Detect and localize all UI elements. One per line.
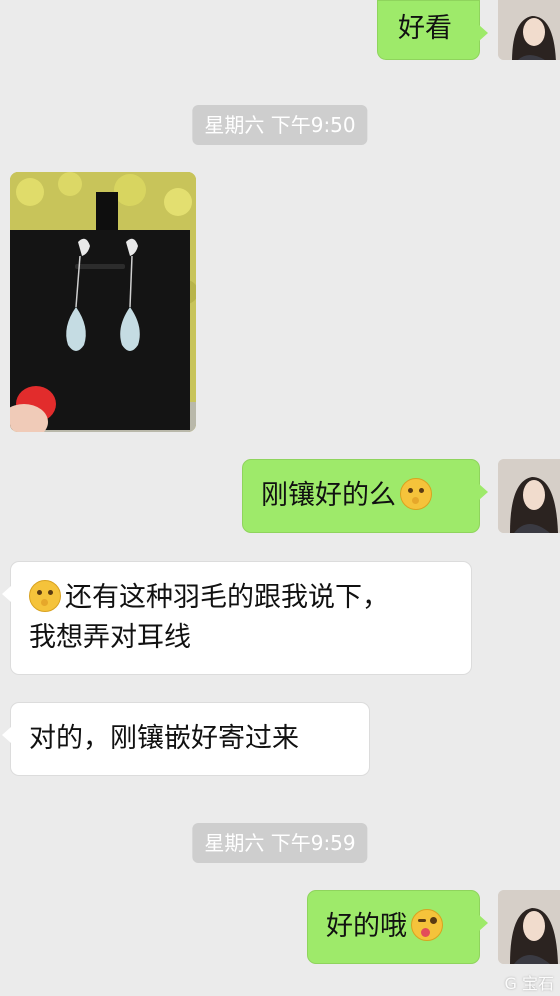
message-line: 我想弄对耳线 [29, 622, 191, 653]
message-text: 好看 [398, 13, 452, 44]
message-bubble-received[interactable]: 还有这种羽毛的跟我说下， 我想弄对耳线 [2, 561, 472, 675]
message-text: 对的，刚镶嵌好寄过来 [29, 723, 299, 754]
message-text: 还有这种羽毛的跟我说下， [65, 582, 389, 613]
avatar[interactable] [498, 890, 560, 964]
message-bubble-sent[interactable]: 刚镶好的么 [242, 459, 488, 533]
message-bubble-sent[interactable]: 好看 [377, 0, 488, 60]
timestamp: 星期六 下午9:59 [192, 823, 368, 863]
avatar[interactable] [498, 459, 560, 533]
thinking-face-icon [400, 478, 432, 510]
image-message[interactable] [10, 172, 196, 432]
timestamp: 星期六 下午9:50 [192, 105, 368, 145]
message-bubble-received[interactable]: 对的，刚镶嵌好寄过来 [2, 702, 370, 776]
message-text: 好的哦 [326, 911, 407, 942]
winking-tongue-icon [411, 909, 443, 941]
message-line: 还有这种羽毛的跟我说下， [29, 578, 453, 618]
watermark: G 宝石 [504, 974, 555, 993]
message-text: 刚镶好的么 [261, 480, 396, 511]
thinking-face-icon [29, 580, 61, 612]
message-bubble-sent[interactable]: 好的哦 [307, 890, 488, 964]
avatar[interactable] [498, 0, 560, 60]
